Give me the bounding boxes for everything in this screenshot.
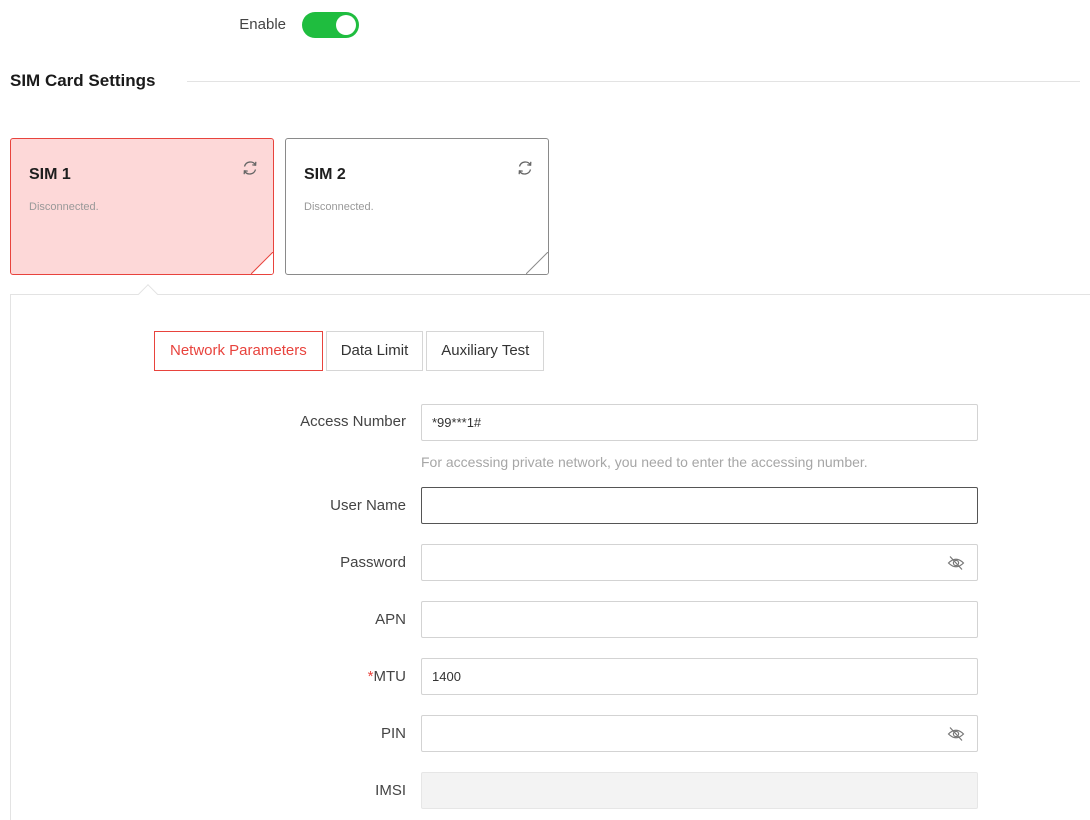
access-number-input[interactable]: *99***1#: [421, 404, 978, 441]
sim-card-title: SIM 1: [29, 166, 71, 183]
mtu-label-text: MTU: [373, 668, 407, 685]
enable-toggle[interactable]: [302, 12, 359, 38]
enable-row: Enable: [0, 12, 360, 38]
user-name-input[interactable]: [421, 487, 978, 524]
mtu-label: *MTU: [368, 668, 406, 685]
apn-input[interactable]: [421, 601, 978, 638]
password-label: Password: [340, 554, 406, 571]
toggle-knob: [336, 15, 356, 35]
sim-card-2[interactable]: SIM 2 Disconnected.: [285, 138, 549, 275]
pin-label: PIN: [380, 725, 406, 742]
refresh-icon[interactable]: [241, 159, 259, 177]
section-title: SIM Card Settings: [10, 71, 156, 90]
imsi-label: IMSI: [375, 782, 406, 799]
card-corner-icon: [526, 252, 548, 274]
access-number-label: Access Number: [300, 413, 406, 430]
enable-label: Enable: [239, 16, 286, 33]
hide-password-icon[interactable]: [947, 555, 965, 571]
mtu-input[interactable]: 1400: [421, 658, 978, 695]
tab-data-limit[interactable]: Data Limit: [325, 331, 424, 371]
hide-pin-icon[interactable]: [947, 726, 965, 742]
section-divider: [187, 81, 1080, 82]
tab-network-parameters[interactable]: Network Parameters: [154, 331, 323, 371]
sim-card-status: Disconnected.: [304, 201, 374, 213]
pin-input[interactable]: [421, 715, 978, 752]
user-name-label: User Name: [330, 497, 406, 514]
imsi-input: [421, 772, 978, 809]
access-number-hint: For accessing private network, you need …: [421, 454, 868, 470]
card-corner-icon: [251, 252, 273, 274]
sim-card-title: SIM 2: [304, 166, 346, 183]
apn-label: APN: [375, 611, 406, 628]
sim-card-status: Disconnected.: [29, 201, 99, 213]
password-input[interactable]: [421, 544, 978, 581]
settings-tabs: Network Parameters Data Limit Auxiliary …: [154, 331, 547, 371]
sim-card-1[interactable]: SIM 1 Disconnected.: [10, 138, 274, 275]
tab-auxiliary-test[interactable]: Auxiliary Test: [426, 331, 545, 371]
refresh-icon[interactable]: [516, 159, 534, 177]
